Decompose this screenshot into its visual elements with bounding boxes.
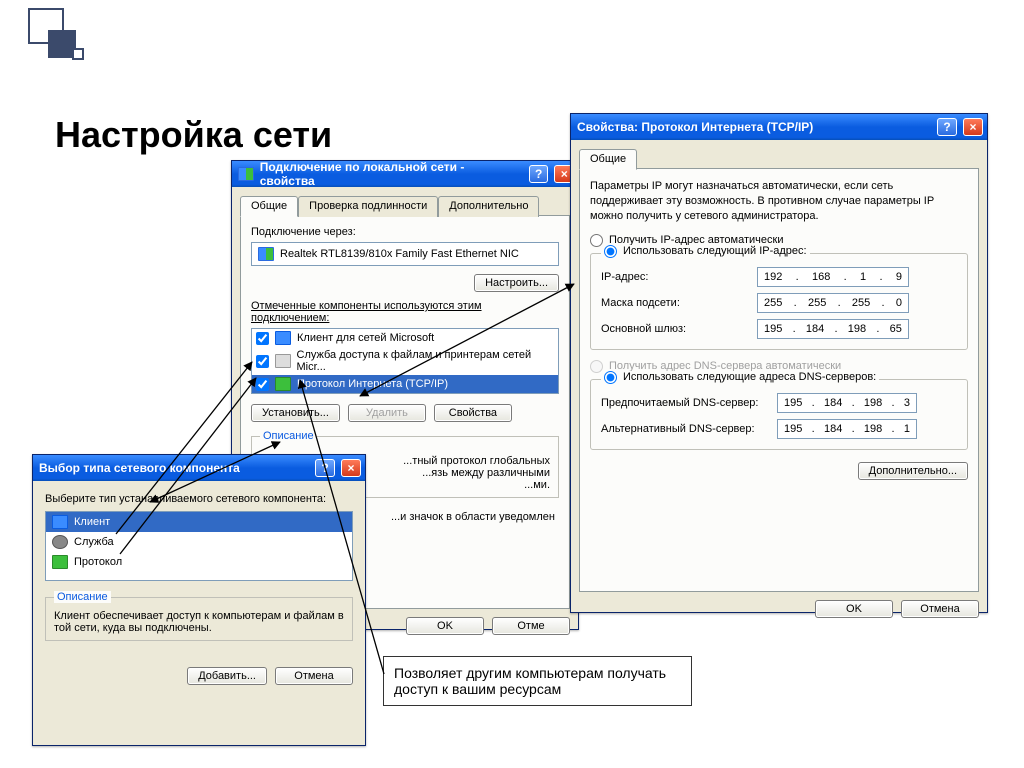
titlebar-tcpip[interactable]: Свойства: Протокол Интернета (TCP/IP) ? … (571, 114, 987, 140)
nic-icon (258, 247, 274, 261)
gateway-field[interactable]: 195.184.198.65 (757, 319, 909, 339)
chk-tcpip[interactable] (256, 378, 269, 391)
description-body: Клиент обеспечивает доступ к компьютерам… (54, 610, 344, 634)
cancel-button-lan[interactable]: Отме (492, 617, 570, 635)
help-icon[interactable]: ? (937, 118, 957, 136)
radio-manual-dns[interactable] (604, 371, 617, 384)
components-list[interactable]: Клиент для сетей Microsoft Служба доступ… (251, 328, 559, 394)
chk-client[interactable] (256, 332, 269, 345)
dns1-field[interactable]: 195.184.198.3 (777, 393, 917, 413)
help-icon[interactable]: ? (315, 459, 335, 477)
configure-button[interactable]: Настроить... (474, 274, 559, 292)
description-legend: Описание (54, 591, 111, 603)
tabstrip-lan: Общие Проверка подлинности Дополнительно (240, 195, 570, 216)
cancel-button-component[interactable]: Отмена (275, 667, 353, 685)
page-title: Настройка сети (55, 114, 332, 156)
tab-advanced[interactable]: Дополнительно (438, 196, 539, 217)
item-client: Клиент для сетей Microsoft (297, 332, 434, 344)
gateway-label: Основной шлюз: (601, 323, 751, 335)
tray-label: ...и значок в области уведомлен (391, 511, 555, 523)
title-text: Подключение по локальной сети - свойства (260, 160, 517, 188)
item-client: Клиент (74, 516, 110, 528)
title-text-tcpip: Свойства: Протокол Интернета (TCP/IP) (577, 120, 813, 134)
tab-general-tcpip[interactable]: Общие (579, 149, 637, 170)
uninstall-button[interactable]: Удалить (348, 404, 426, 422)
ip-field[interactable]: 192.168.1.9 (757, 267, 909, 287)
components-label: Отмеченные компоненты используются этим … (251, 300, 559, 324)
mask-label: Маска подсети: (601, 297, 751, 309)
service-icon (52, 535, 68, 549)
component-list[interactable]: Клиент Служба Протокол (45, 511, 353, 581)
titlebar-lan[interactable]: Подключение по локальной сети - свойства… (232, 161, 578, 187)
properties-button[interactable]: Свойства (434, 404, 512, 422)
ip-label: IP-адрес: (601, 271, 751, 283)
window-tcpip-props: Свойства: Протокол Интернета (TCP/IP) ? … (570, 113, 988, 613)
ok-button-lan[interactable]: OK (406, 617, 484, 635)
net-icon (238, 167, 254, 181)
adapter-name: Realtek RTL8139/810x Family Fast Etherne… (280, 248, 519, 260)
radio-manual-ip[interactable] (604, 245, 617, 258)
dns2-field[interactable]: 195.184.198.1 (777, 419, 917, 439)
item-protocol: Протокол (74, 556, 122, 568)
title-text-component: Выбор типа сетевого компонента (39, 461, 240, 475)
advanced-button[interactable]: Дополнительно... (858, 462, 968, 480)
window-component-type: Выбор типа сетевого компонента ? × Выбер… (32, 454, 366, 746)
add-button[interactable]: Добавить... (187, 667, 267, 685)
protocol-icon (52, 555, 68, 569)
dns1-label: Предпочитаемый DNS-сервер: (601, 397, 771, 409)
cancel-button-tcpip[interactable]: Отмена (901, 600, 979, 618)
decor-square-3 (72, 48, 84, 60)
component-prompt: Выберите тип устанавливаемого сетевого к… (45, 493, 353, 505)
description-legend: Описание (260, 430, 317, 442)
tab-general[interactable]: Общие (240, 196, 298, 217)
client-icon (275, 331, 291, 345)
ok-button-tcpip[interactable]: OK (815, 600, 893, 618)
titlebar-component[interactable]: Выбор типа сетевого компонента ? × (33, 455, 365, 481)
printer-icon (275, 354, 291, 368)
radio-manual-dns-label: Использовать следующие адреса DNS-сервер… (623, 371, 876, 383)
intro-text: Параметры IP могут назначаться автоматич… (590, 179, 968, 224)
connect-via-label: Подключение через: (251, 226, 559, 238)
item-service: Служба (74, 536, 114, 548)
client-icon (52, 515, 68, 529)
close-icon[interactable]: × (341, 459, 361, 477)
help-icon[interactable]: ? (529, 165, 549, 183)
item-fileshare: Служба доступа к файлам и принтерам сете… (297, 349, 555, 373)
dns2-label: Альтернативный DNS-сервер: (601, 423, 771, 435)
tab-auth[interactable]: Проверка подлинности (298, 196, 438, 217)
protocol-icon (275, 377, 291, 391)
mask-field[interactable]: 255.255.255.0 (757, 293, 909, 313)
radio-manual-ip-label: Использовать следующий IP-адрес: (623, 245, 807, 257)
chk-fileshare[interactable] (256, 355, 269, 368)
close-icon[interactable]: × (963, 118, 983, 136)
item-tcpip: Протокол Интернета (TCP/IP) (297, 378, 448, 390)
explanation-note: Позволяет другим компьютерам получать до… (383, 656, 692, 706)
install-button[interactable]: Установить... (251, 404, 340, 422)
